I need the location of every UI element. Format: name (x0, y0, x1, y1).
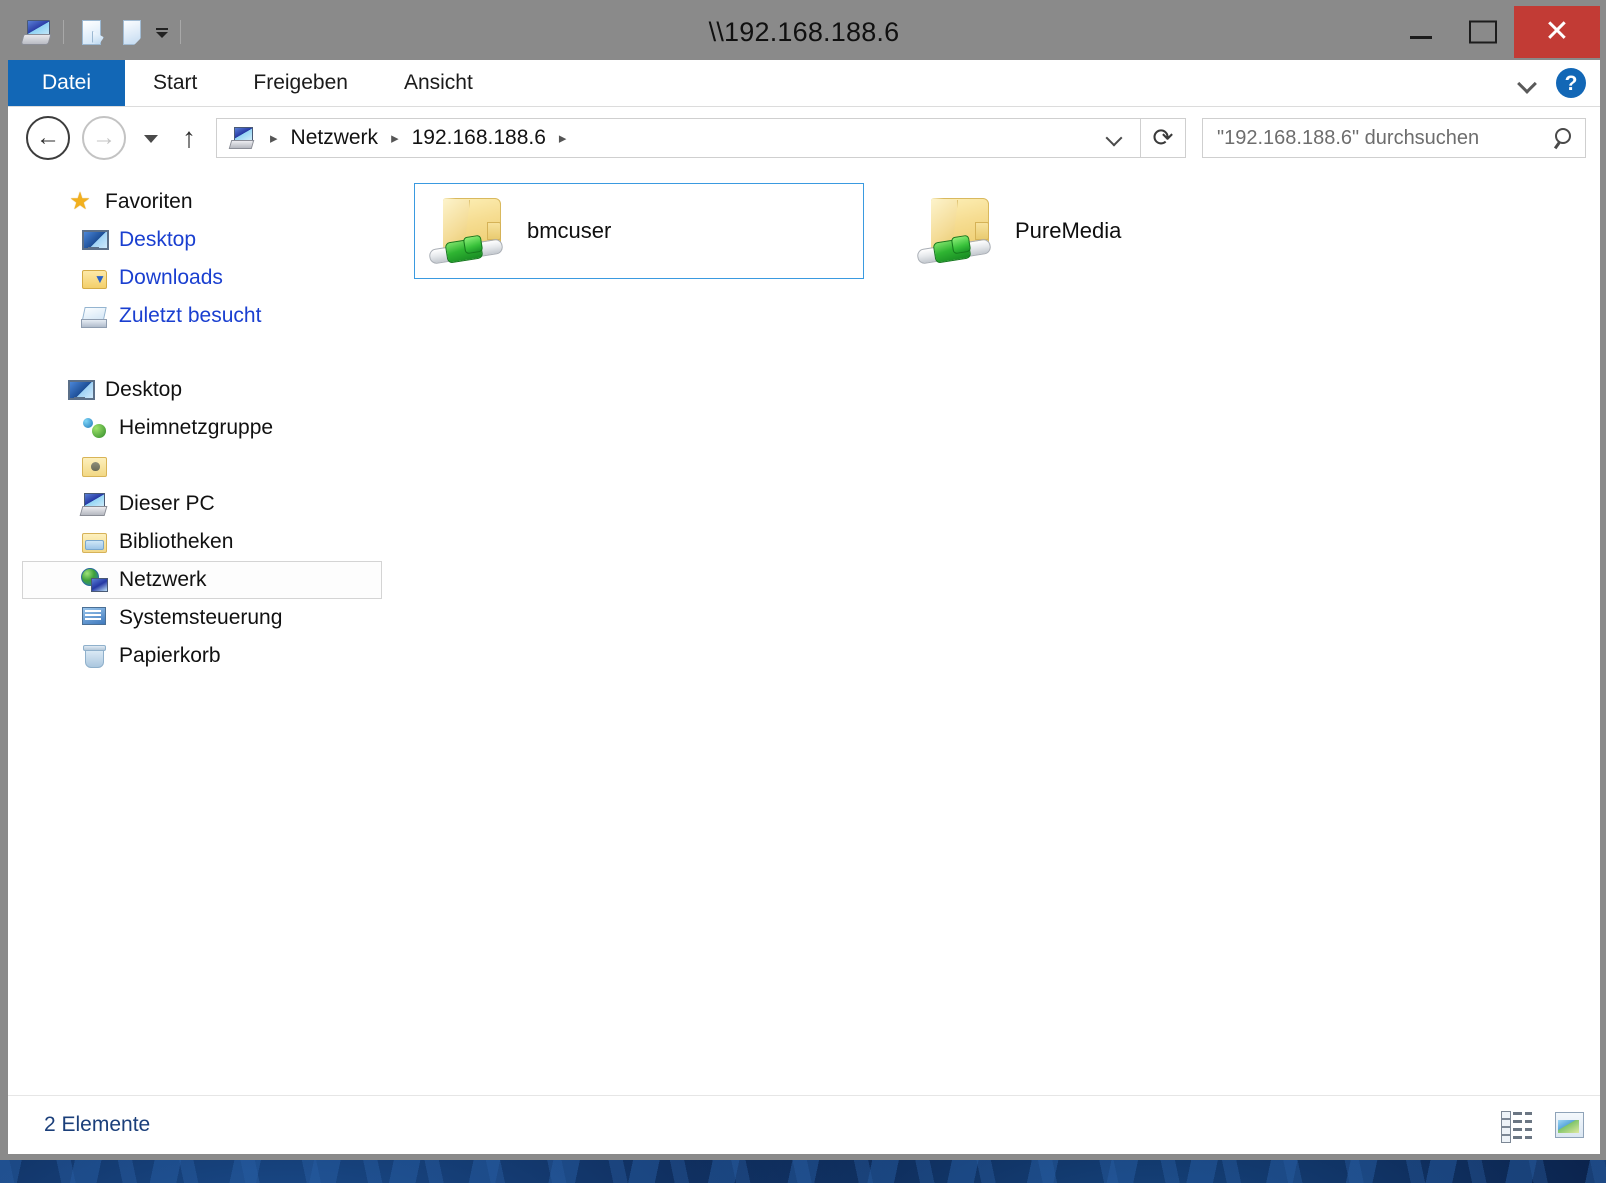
title-bar: \\192.168.188.6 ✕ (8, 4, 1600, 60)
file-item-label: bmcuser (527, 218, 612, 243)
shared-folder-icon (425, 192, 517, 270)
sidebar-item-label: Systemsteuerung (119, 606, 283, 629)
large-icons-view-button[interactable] (1552, 1109, 1586, 1141)
help-icon[interactable]: ? (1556, 68, 1586, 98)
sidebar-item-bibliotheken[interactable]: Bibliotheken (22, 523, 382, 561)
user-folder-icon (81, 453, 107, 479)
address-dropdown-icon[interactable] (1098, 120, 1132, 156)
monitor-icon (67, 377, 95, 403)
navigation-bar: ← → ↑ ▸ Netzwerk ▸ 192.168.188.6 ▸ ⟳ (8, 107, 1600, 169)
ribbon-tab-strip: Datei Start Freigeben Ansicht ? (8, 60, 1600, 107)
sidebar-item-label: Netzwerk (119, 568, 207, 591)
sidebar-group-desktop[interactable]: Desktop (22, 371, 382, 409)
breadcrumb-host[interactable]: 192.168.188.6 (408, 126, 550, 150)
file-item-label: PureMedia (1015, 218, 1122, 243)
sidebar-item-label: Dieser PC (119, 492, 215, 515)
window-controls: ✕ (1390, 6, 1600, 58)
sidebar-item-zuletzt-besucht[interactable]: Zuletzt besucht (22, 297, 382, 335)
sidebar-item-netzwerk[interactable]: Netzwerk (22, 561, 382, 599)
minimize-button[interactable] (1390, 6, 1452, 58)
network-computer-icon[interactable] (21, 17, 51, 47)
file-item-bmcuser[interactable]: bmcuser (414, 183, 864, 279)
search-box[interactable] (1202, 118, 1586, 158)
sidebar-item-label: Bibliotheken (119, 530, 234, 553)
network-icon (81, 567, 108, 593)
sidebar-group-label: Desktop (105, 378, 183, 401)
monitor-icon (81, 227, 109, 253)
close-button[interactable]: ✕ (1514, 6, 1600, 58)
properties-icon[interactable] (76, 17, 106, 47)
window-client-area: Datei Start Freigeben Ansicht ? ← → ↑ ▸ … (8, 60, 1600, 1154)
sidebar-item-label: Zuletzt besucht (119, 304, 262, 327)
shared-folder-icon (913, 192, 1005, 270)
window-title: \\192.168.188.6 (708, 16, 900, 47)
file-list-pane[interactable]: bmcuser PureMedia (398, 169, 1600, 1095)
refresh-icon: ⟳ (1152, 124, 1174, 152)
back-arrow-icon: ← (36, 124, 60, 151)
sidebar-group-label: Favoriten (105, 190, 193, 213)
back-button[interactable]: ← (26, 116, 70, 160)
control-panel-icon (81, 605, 107, 631)
chevron-down-icon[interactable] (1516, 70, 1542, 96)
breadcrumb-netzwerk[interactable]: Netzwerk (287, 126, 383, 150)
view-mode-buttons (1500, 1109, 1586, 1143)
navigation-pane: ★ Favoriten Desktop Downloads Zuletzt be… (8, 169, 398, 1095)
sidebar-item-papierkorb[interactable]: Papierkorb (22, 637, 382, 675)
tab-freigeben[interactable]: Freigeben (225, 60, 376, 106)
sidebar-item-label: Papierkorb (119, 644, 221, 667)
tab-ansicht[interactable]: Ansicht (376, 60, 501, 106)
refresh-button[interactable]: ⟳ (1141, 118, 1186, 158)
forward-arrow-icon: → (92, 124, 116, 151)
close-icon: ✕ (1544, 15, 1570, 48)
address-bar[interactable]: ▸ Netzwerk ▸ 192.168.188.6 ▸ (216, 118, 1141, 158)
sidebar-item-label: Desktop (119, 228, 197, 251)
star-icon: ★ (69, 188, 91, 215)
explorer-window: \\192.168.188.6 ✕ Datei Start Freigeben … (0, 0, 1606, 1160)
breadcrumb-separator[interactable]: ▸ (550, 129, 576, 147)
sidebar-item-label: Downloads (119, 266, 223, 289)
up-button[interactable]: ↑ (172, 118, 206, 158)
sidebar-item-user-folder[interactable] (22, 447, 382, 485)
sidebar-item-dieser-pc[interactable]: Dieser PC (22, 485, 382, 523)
sidebar-item-label: Heimnetzgruppe (119, 416, 274, 439)
recent-locations-button[interactable] (138, 118, 164, 158)
downloads-folder-icon (81, 265, 107, 291)
up-arrow-icon: ↑ (182, 122, 196, 153)
sidebar-item-systemsteuerung[interactable]: Systemsteuerung (22, 599, 382, 637)
details-view-button[interactable] (1500, 1109, 1534, 1143)
new-folder-icon[interactable] (116, 17, 146, 47)
this-pc-icon (81, 491, 107, 517)
tab-start[interactable]: Start (125, 60, 225, 106)
sidebar-item-downloads[interactable]: Downloads (22, 259, 382, 297)
status-bar: 2 Elemente (8, 1095, 1600, 1154)
sidebar-item-heimnetzgruppe[interactable]: Heimnetzgruppe (22, 409, 382, 447)
maximize-button[interactable] (1452, 6, 1514, 58)
search-icon[interactable] (1551, 126, 1575, 150)
breadcrumb-separator[interactable]: ▸ (261, 129, 287, 147)
forward-button[interactable]: → (82, 116, 126, 160)
network-location-icon (229, 126, 255, 150)
quick-access-toolbar (8, 4, 188, 60)
main-split: ★ Favoriten Desktop Downloads Zuletzt be… (8, 169, 1600, 1095)
ribbon-right-controls: ? (1516, 60, 1600, 106)
breadcrumb-separator[interactable]: ▸ (382, 129, 408, 147)
status-item-count: 2 Elemente (44, 1113, 151, 1136)
homegroup-icon (81, 415, 107, 441)
customize-caret-icon[interactable] (151, 17, 173, 47)
file-item-puremedia[interactable]: PureMedia (902, 183, 1352, 279)
tab-datei[interactable]: Datei (8, 60, 126, 106)
libraries-icon (81, 529, 107, 555)
search-input[interactable] (1215, 125, 1545, 151)
recent-places-icon (81, 303, 107, 329)
sidebar-item-desktop[interactable]: Desktop (22, 221, 382, 259)
sidebar-group-favoriten[interactable]: ★ Favoriten (22, 183, 382, 221)
toolbar-separator (63, 20, 64, 44)
recycle-bin-icon (81, 643, 107, 669)
toolbar-separator (180, 20, 181, 44)
